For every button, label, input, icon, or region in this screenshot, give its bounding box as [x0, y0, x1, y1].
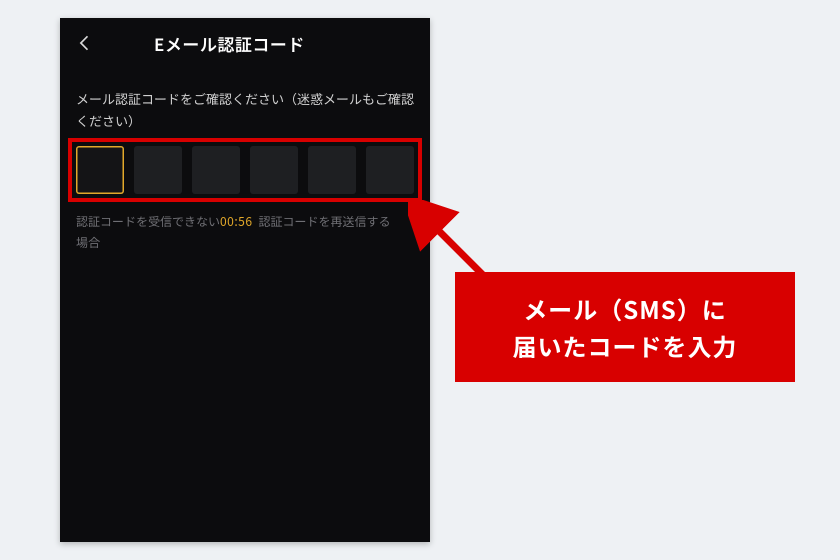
- app-bar: Eメール認証コード: [60, 18, 430, 68]
- content-area: メール認証コードをご確認ください（迷惑メールもご確認ください） 認証コードを受信…: [60, 68, 430, 253]
- code-input-cell[interactable]: [250, 146, 298, 194]
- cannot-receive-suffix: 場合: [76, 234, 100, 251]
- back-button[interactable]: [74, 32, 96, 54]
- arrow-left-icon: [75, 33, 95, 53]
- resend-code-link[interactable]: 認証コードを再送信する: [259, 213, 391, 230]
- help-row: 認証コードを受信できない00:56 認証コードを再送信する 場合: [76, 212, 414, 253]
- callout-line-1: メール（SMS）に: [473, 290, 777, 327]
- code-input-cell[interactable]: [76, 146, 124, 194]
- page-title: Eメール認証コード: [154, 31, 305, 56]
- phone-screen: Eメール認証コード メール認証コードをご確認ください（迷惑メールもご確認ください…: [60, 18, 430, 542]
- callout-line-2: 届いたコードを入力: [473, 327, 777, 364]
- code-input-cell[interactable]: [308, 146, 356, 194]
- code-input-cell[interactable]: [134, 146, 182, 194]
- annotation-callout: メール（SMS）に 届いたコードを入力: [455, 272, 795, 382]
- code-input-cell[interactable]: [192, 146, 240, 194]
- code-input-cell[interactable]: [366, 146, 414, 194]
- cannot-receive-link[interactable]: 認証コードを受信できない: [76, 213, 220, 230]
- instruction-text: メール認証コードをご確認ください（迷惑メールもご確認ください）: [76, 88, 414, 132]
- countdown-timer: 00:56: [220, 213, 252, 230]
- code-input-group: [76, 146, 414, 194]
